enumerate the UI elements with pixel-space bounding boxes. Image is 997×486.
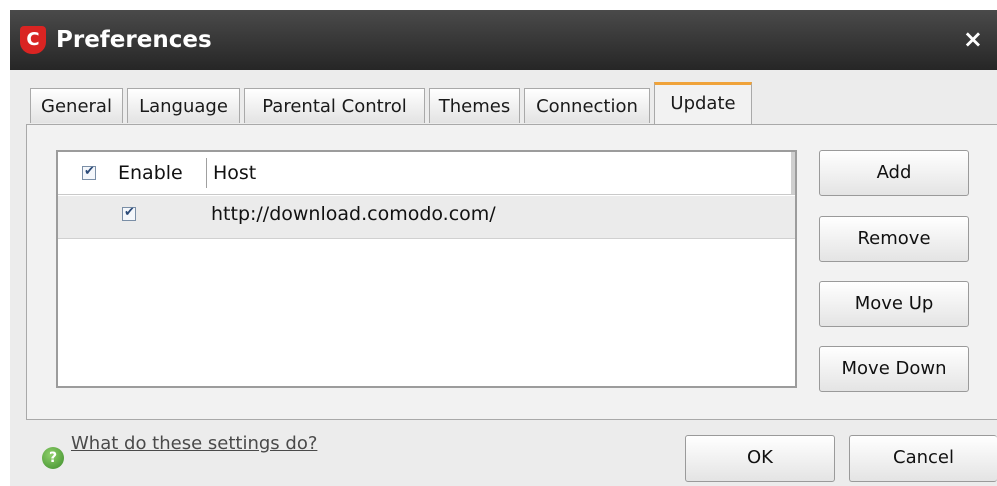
check-mark-icon: ✔ <box>84 164 95 179</box>
preferences-window: C Preferences × General Language Parenta… <box>0 0 997 486</box>
check-mark-icon: ✔ <box>124 205 135 220</box>
tab-connection[interactable]: Connection <box>524 88 650 123</box>
help-link[interactable]: What do these settings do? <box>71 432 317 456</box>
tab-language[interactable]: Language <box>127 88 240 123</box>
host-list[interactable]: ✔ Enable Host ✔ http://download.comodo.c… <box>56 150 797 388</box>
window-title: Preferences <box>56 27 212 53</box>
list-header: ✔ Enable Host <box>58 152 795 195</box>
column-divider[interactable] <box>206 158 207 188</box>
column-header-enable[interactable]: Enable <box>118 161 183 185</box>
remove-button[interactable]: Remove <box>819 216 969 262</box>
row-enable-checkbox[interactable]: ✔ <box>122 205 136 221</box>
help-question-icon[interactable]: ? <box>42 447 64 469</box>
add-button[interactable]: Add <box>819 150 969 196</box>
ok-button[interactable]: OK <box>685 435 835 482</box>
table-row[interactable]: ✔ http://download.comodo.com/ <box>58 196 795 239</box>
host-url: http://download.comodo.com/ <box>211 203 496 225</box>
select-all-checkbox[interactable]: ✔ <box>82 164 96 180</box>
move-down-button[interactable]: Move Down <box>819 346 969 392</box>
title-bar[interactable]: C Preferences × <box>10 10 997 70</box>
comodo-logo-icon: C <box>20 26 46 54</box>
header-end-divider <box>791 152 795 194</box>
tab-themes[interactable]: Themes <box>429 88 520 123</box>
column-header-host[interactable]: Host <box>213 161 256 185</box>
move-up-button[interactable]: Move Up <box>819 281 969 327</box>
tab-parental-control[interactable]: Parental Control <box>244 88 425 123</box>
cancel-button[interactable]: Cancel <box>849 435 997 482</box>
tab-update[interactable]: Update <box>654 82 752 125</box>
tab-general[interactable]: General <box>30 88 123 123</box>
close-icon[interactable]: × <box>963 24 983 54</box>
